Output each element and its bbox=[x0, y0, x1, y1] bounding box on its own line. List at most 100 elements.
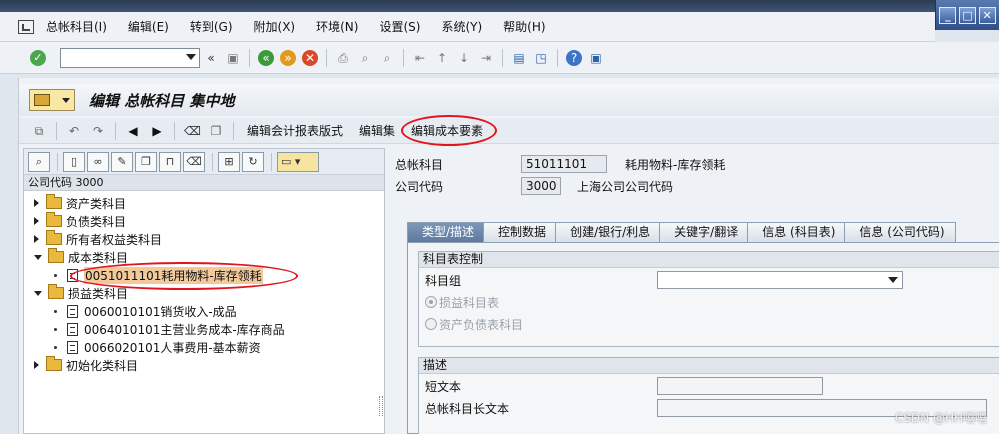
shortcut-icon[interactable]: ◳ bbox=[533, 50, 549, 66]
menu-settings[interactable]: 设置(S) bbox=[379, 18, 420, 35]
edit-set-button[interactable]: 编辑集 bbox=[359, 120, 395, 141]
edit-fs-version-button[interactable]: 编辑会计报表版式 bbox=[247, 120, 343, 141]
previous-page-icon[interactable]: ↑ bbox=[434, 50, 450, 66]
find-next-icon[interactable]: ⌕ bbox=[379, 50, 395, 66]
refresh-icon[interactable]: ↻ bbox=[242, 151, 264, 172]
first-page-icon[interactable]: ⇤ bbox=[412, 50, 428, 66]
folder-icon bbox=[46, 356, 62, 371]
layout-menu-icon[interactable]: ▭ ▾ bbox=[277, 151, 319, 172]
radio-bs-row[interactable]: 资产负债表科目 bbox=[425, 314, 523, 334]
tree-node-liabilities[interactable]: 负债类科目 bbox=[24, 212, 384, 230]
last-page-icon[interactable]: ⇥ bbox=[478, 50, 494, 66]
tab-control-data[interactable]: 控制数据 bbox=[483, 222, 558, 242]
radio-pl-accounts[interactable] bbox=[425, 296, 437, 308]
glasses-icon[interactable]: ∞ bbox=[87, 151, 109, 172]
tab-info-company-code[interactable]: 信息 (公司代码) bbox=[844, 222, 956, 242]
radio-pl-row[interactable]: 损益科目表 bbox=[425, 292, 499, 312]
pencil-icon[interactable]: ✎ bbox=[111, 151, 133, 172]
back-icon[interactable]: « bbox=[258, 49, 274, 66]
tree-bullet bbox=[54, 327, 57, 331]
customize-layout-icon[interactable]: ▣ bbox=[588, 50, 604, 66]
account-group-dropdown[interactable] bbox=[657, 271, 903, 289]
chevron-down-icon bbox=[62, 97, 70, 103]
collapse-command-icon[interactable]: « bbox=[203, 50, 219, 66]
find-icon[interactable]: ⌕ bbox=[28, 151, 50, 172]
maximize-button[interactable]: □ bbox=[958, 6, 976, 24]
gl-account-field[interactable]: 51011101 bbox=[521, 155, 607, 173]
tree-node-label: 0060010101销货收入-成品 bbox=[84, 304, 237, 319]
menu-system[interactable]: 系统(Y) bbox=[441, 18, 482, 35]
main-content: 编辑 总帐科目 集中地 ⧉ ↶ ↷ ◀ ▶ ⌫ ❐ 编辑会计报表版式 编辑集 编… bbox=[18, 78, 999, 434]
tree-node-label: 负债类科目 bbox=[66, 214, 127, 229]
chevron-down-icon[interactable] bbox=[186, 53, 196, 60]
undo-icon[interactable]: ↶ bbox=[66, 123, 82, 139]
chart-control-title: 科目表控制 bbox=[419, 252, 999, 268]
tab-create-bank-interest[interactable]: 创建/银行/利息 bbox=[555, 222, 662, 242]
previous-icon[interactable]: ◀ bbox=[125, 123, 141, 139]
other-object-icon[interactable]: ⧉ bbox=[31, 123, 47, 139]
collapse-icon[interactable] bbox=[34, 290, 42, 296]
tree-node-equity[interactable]: 所有者权益类科目 bbox=[24, 230, 384, 248]
toolbar-divider bbox=[326, 48, 327, 67]
expand-icon[interactable] bbox=[34, 199, 39, 207]
command-field[interactable] bbox=[60, 47, 200, 68]
radio-bs-label: 资产负债表科目 bbox=[439, 317, 524, 332]
collapse-icon[interactable] bbox=[34, 254, 42, 260]
trash-icon[interactable]: ⌫ bbox=[183, 151, 205, 172]
tree-node-account-60010101[interactable]: 0060010101销货收入-成品 bbox=[24, 302, 384, 320]
delete-icon[interactable]: ⌫ bbox=[184, 123, 201, 139]
detail-pane: 总帐科目 51011101 耗用物料-库存领耗 公司代码 3000 上海公司公司… bbox=[391, 148, 999, 434]
exit-menu-icon[interactable] bbox=[18, 19, 34, 34]
radio-bs-accounts[interactable] bbox=[425, 318, 437, 330]
minimize-button[interactable]: _ bbox=[939, 6, 957, 24]
next-page-icon[interactable]: ↓ bbox=[456, 50, 472, 66]
short-text-row: 短文本 bbox=[425, 376, 461, 396]
splitter-grip[interactable] bbox=[379, 396, 383, 416]
tree-node-account-64010101[interactable]: 0064010101主营业务成本-库存商品 bbox=[24, 320, 384, 338]
tab-strip: 类型/描述 控制数据 创建/银行/利息 关键字/翻译 信息 (科目表) 信息 (… bbox=[407, 222, 999, 242]
lock-icon[interactable]: ⊓ bbox=[159, 151, 181, 172]
company-code-field[interactable]: 3000 bbox=[521, 177, 561, 195]
close-button[interactable]: ✕ bbox=[978, 6, 996, 24]
edit-cost-element-button[interactable]: 编辑成本要素 bbox=[401, 115, 498, 146]
menu-button[interactable] bbox=[29, 89, 75, 111]
menu-environment[interactable]: 环境(N) bbox=[316, 18, 358, 35]
menu-goto[interactable]: 转到(G) bbox=[190, 18, 233, 35]
copy-icon[interactable]: ❐ bbox=[208, 123, 224, 139]
folder-icon bbox=[46, 212, 62, 227]
chart-control-group: 科目表控制 科目组 损益科目表 资产负债表科目 bbox=[418, 251, 999, 347]
tab-keyword-translation[interactable]: 关键字/翻译 bbox=[659, 222, 750, 242]
tree-node-assets[interactable]: 资产类科目 bbox=[24, 194, 384, 212]
tree-node-account-51011101[interactable]: 0051011101耗用物料-库存领耗 bbox=[24, 261, 384, 290]
help-icon[interactable]: ? bbox=[566, 49, 582, 66]
enter-check-icon[interactable]: ✓ bbox=[30, 49, 46, 66]
short-text-field[interactable] bbox=[657, 377, 823, 395]
menu-gl-account[interactable]: 总帐科目(I) bbox=[46, 18, 107, 35]
redo-icon[interactable]: ↷ bbox=[90, 123, 106, 139]
expand-icon[interactable] bbox=[34, 235, 39, 243]
pane-splitter[interactable] bbox=[378, 176, 384, 433]
create-session-icon[interactable]: ▤ bbox=[511, 50, 527, 66]
standard-toolbar: ✓ « ▣ « » ✕ ⎙ ⌕ ⌕ ⇤ ↑ ↓ ⇥ ▤ ◳ ? ▣ bbox=[0, 42, 999, 74]
menu-edit[interactable]: 编辑(E) bbox=[128, 18, 169, 35]
print-icon[interactable]: ⎙ bbox=[335, 50, 351, 66]
toolbar-divider bbox=[57, 152, 58, 171]
expand-icon[interactable] bbox=[34, 217, 39, 225]
new-document-icon[interactable]: ▯ bbox=[63, 151, 85, 172]
expand-icon[interactable] bbox=[34, 361, 39, 369]
tree-node-init[interactable]: 初始化类科目 bbox=[24, 356, 384, 374]
tree-header: 公司代码 3000 bbox=[24, 175, 384, 191]
cancel-icon[interactable]: ✕ bbox=[302, 49, 318, 66]
save-icon[interactable]: ▣ bbox=[225, 50, 241, 66]
menu-extras[interactable]: 附加(X) bbox=[254, 18, 296, 35]
menu-help[interactable]: 帮助(H) bbox=[503, 18, 545, 35]
copy-icon[interactable]: ❐ bbox=[135, 151, 157, 172]
tab-type-description[interactable]: 类型/描述 bbox=[407, 222, 486, 242]
exit-icon[interactable]: » bbox=[280, 49, 296, 66]
find-icon[interactable]: ⌕ bbox=[357, 50, 373, 66]
tab-info-chart[interactable]: 信息 (科目表) bbox=[747, 222, 847, 242]
hierarchy-icon[interactable]: ⊞ bbox=[218, 151, 240, 172]
account-group-row: 科目组 bbox=[425, 270, 461, 290]
tree-node-account-66020101[interactable]: 0066020101人事费用-基本薪资 bbox=[24, 338, 384, 356]
next-icon[interactable]: ▶ bbox=[149, 123, 165, 139]
